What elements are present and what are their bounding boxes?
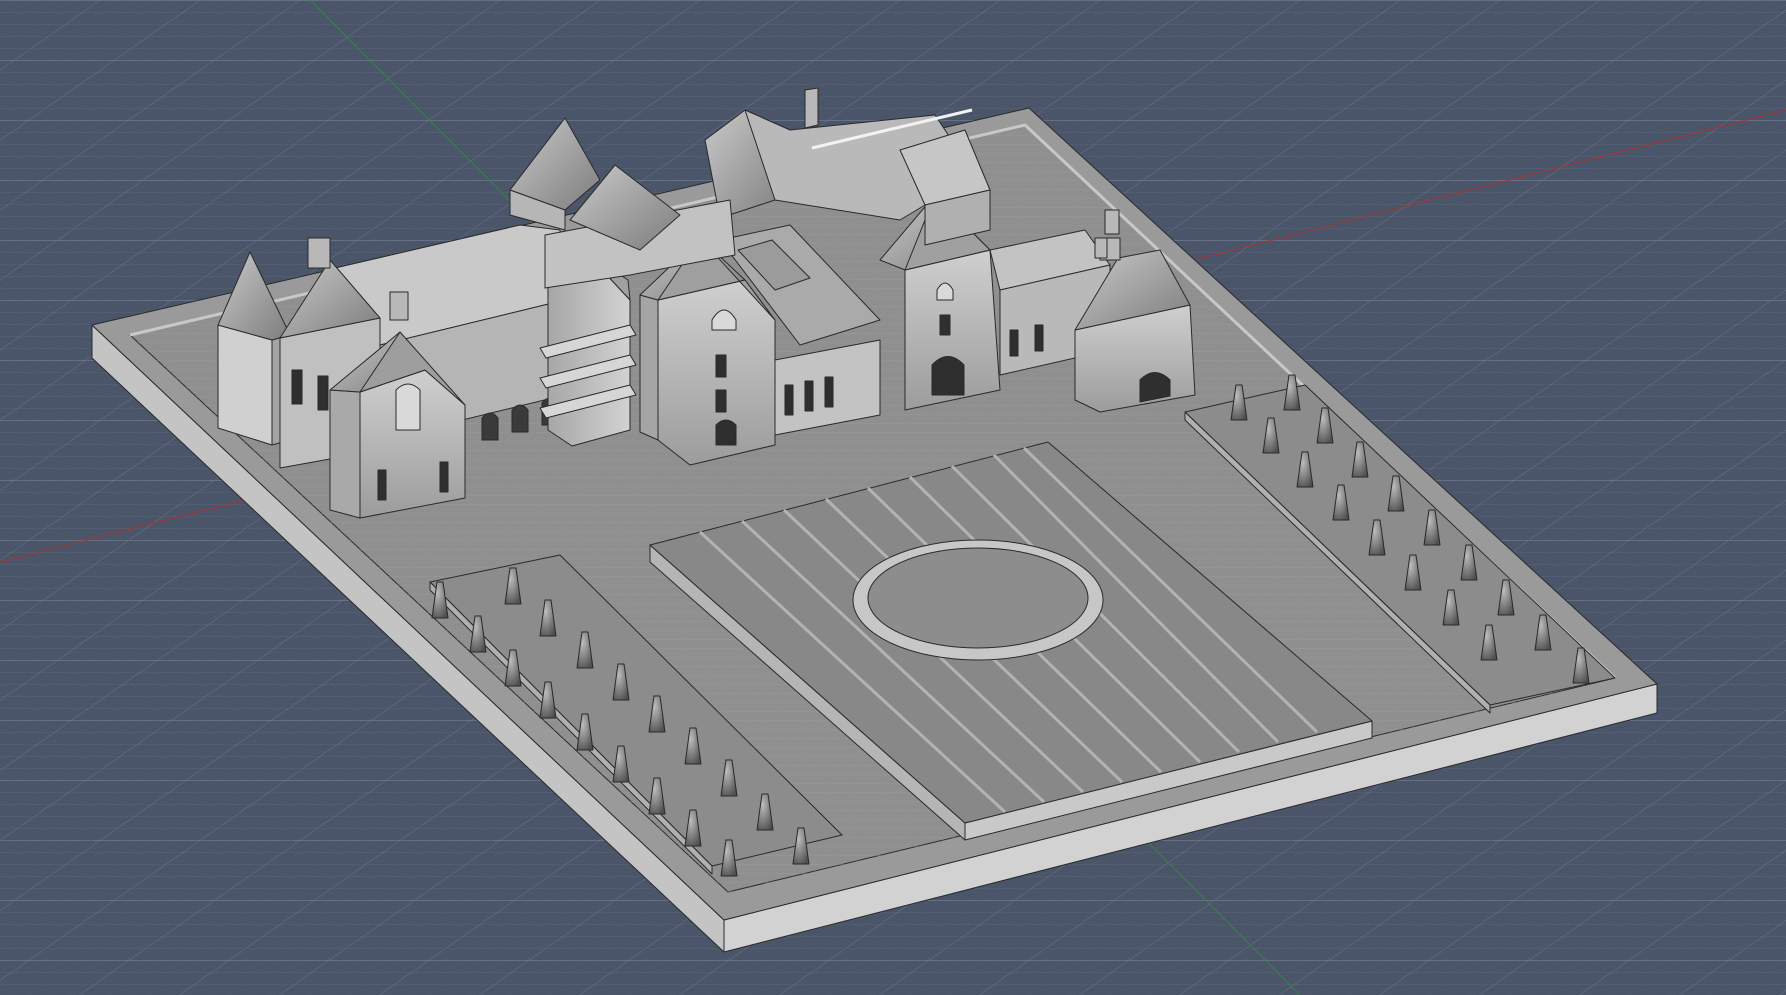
left-tower-wall xyxy=(217,324,273,446)
dormer-window xyxy=(395,383,421,431)
chimney xyxy=(1094,237,1108,259)
cad-viewport[interactable] xyxy=(0,0,1786,995)
chimney xyxy=(389,291,409,321)
chimney xyxy=(307,237,331,269)
central-block-side xyxy=(639,294,659,441)
keep-chimney xyxy=(804,87,819,129)
fountain-basin xyxy=(867,547,1089,649)
chimney xyxy=(1104,209,1120,235)
front-house-wall-side xyxy=(329,389,361,519)
